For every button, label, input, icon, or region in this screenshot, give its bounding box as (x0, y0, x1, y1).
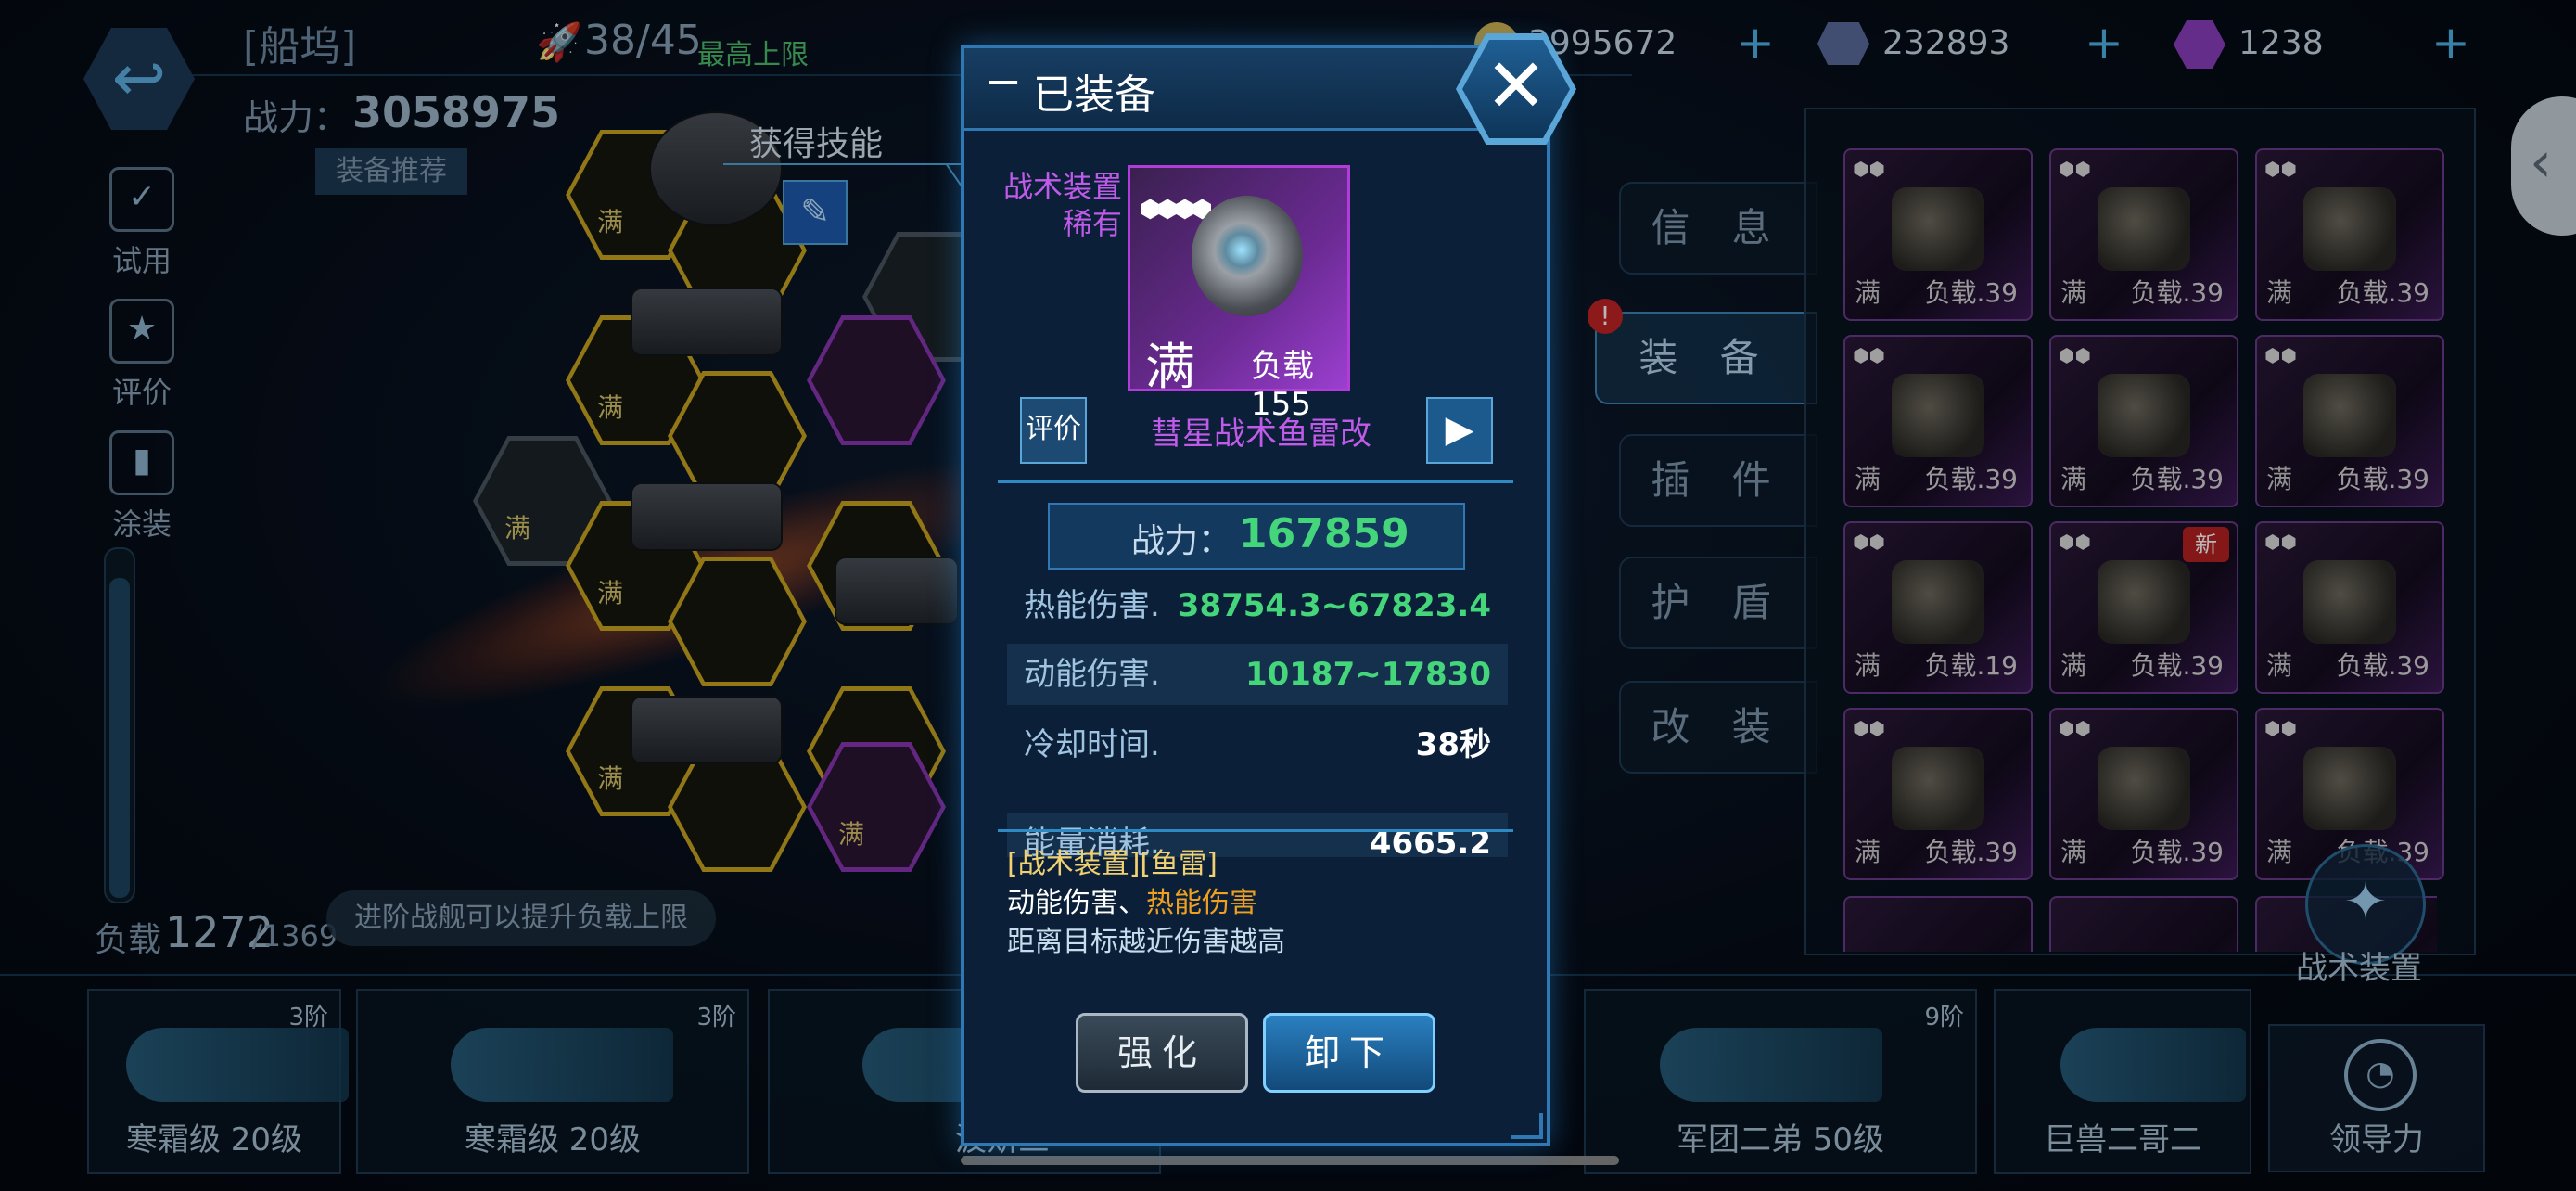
item-power-value: 167859 (1239, 510, 1409, 557)
item-power-label: 战力： (1131, 522, 1232, 560)
item-full-mark: 满 (1145, 338, 1195, 396)
item-name: 彗星战术鱼雷改 (1151, 416, 1371, 453)
stat-value: 38秒 (1415, 726, 1491, 763)
next-item-button[interactable]: ▶ (1426, 397, 1493, 464)
item-rarity: 稀有 (1062, 206, 1122, 241)
item-power-box: 战力： 167859 (1048, 503, 1465, 570)
stat-value: 38754.3~67823.4 (1177, 587, 1491, 624)
torpedo-device-art (1192, 196, 1303, 316)
desc-thermal: 热能伤害 (1146, 887, 1257, 919)
unequip-button[interactable]: 卸下 (1263, 1013, 1435, 1093)
desc-kinetic: 动能伤害 (1007, 887, 1118, 919)
stat-key: 冷却时间. (1024, 726, 1160, 763)
stat-row: 动能伤害. 10187~17830 (1007, 644, 1508, 705)
divider (998, 480, 1513, 483)
item-portrait: ⬢⬢⬢⬢ 满 负载155 (1128, 165, 1350, 423)
stat-key: 热能伤害. (1024, 587, 1160, 624)
desc-line2: 距离目标越近伤害越高 (1007, 926, 1285, 958)
stat-value: 10187~17830 (1244, 656, 1491, 693)
desc-sep: 、 (1118, 887, 1146, 919)
stat-key: 动能伤害. (1024, 656, 1160, 693)
stats-scroll-area[interactable]: 热能伤害. 38754.3~67823.4 动能伤害. 10187~17830 … (964, 575, 1547, 857)
close-icon: ✕ (1462, 40, 1570, 138)
modal-title: 已装备 (1033, 71, 1155, 119)
enhance-button[interactable]: 强化 (1076, 1013, 1248, 1093)
level-hex-icons: ⬢⬢⬢⬢ (1140, 196, 1213, 224)
rate-item-button[interactable]: 评价 (1020, 397, 1087, 464)
stat-row: 冷却时间. 38秒 (1007, 714, 1508, 775)
corner-decoration (1511, 1113, 1543, 1139)
stat-row: 热能伤害. 38754.3~67823.4 (1007, 575, 1508, 636)
modal-title-dash: − (985, 56, 1023, 108)
desc-tags: [战术装置][鱼雷] (1007, 848, 1218, 880)
divider (998, 829, 1513, 832)
equipped-modal: − 已装备 战术装置 稀有 ⬢⬢⬢⬢ 满 负载155 评价 彗星战术鱼雷改 ▶ … (961, 45, 1550, 1146)
desc-line1: 动能伤害、热能伤害 (1007, 879, 1257, 920)
stat-value: 4665.2 (1369, 825, 1491, 857)
